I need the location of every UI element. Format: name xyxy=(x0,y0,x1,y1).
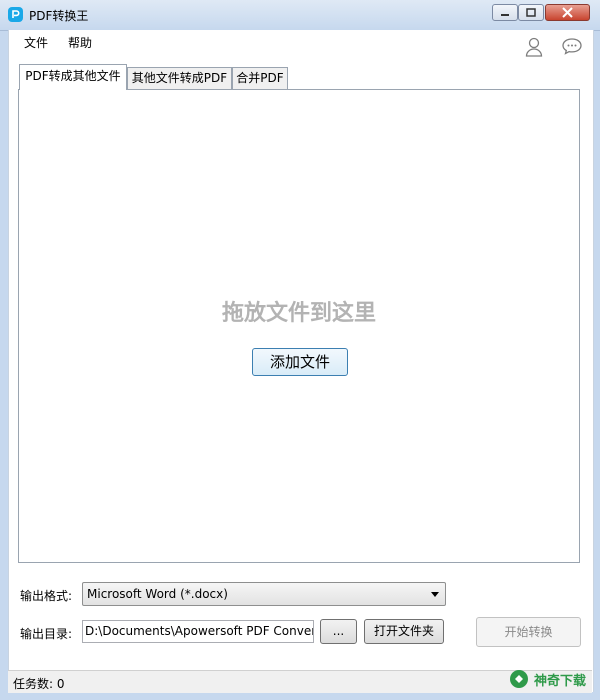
chevron-down-icon xyxy=(431,592,439,597)
task-count: 任务数: 0 xyxy=(13,677,65,691)
chat-icon[interactable] xyxy=(562,37,582,55)
watermark-logo-icon xyxy=(510,670,528,688)
menu-file[interactable]: 文件 xyxy=(24,34,48,51)
minimize-button[interactable] xyxy=(492,4,518,21)
maximize-button[interactable] xyxy=(518,4,544,21)
status-bar: 任务数: 0 xyxy=(8,670,592,693)
window-frame-left xyxy=(0,30,8,692)
watermark-text: 神奇下载 xyxy=(534,674,587,689)
title-bar[interactable]: PDF转换王 xyxy=(0,0,600,31)
tab-pdf-to-other[interactable]: PDF转成其他文件 xyxy=(19,64,127,90)
drop-hint: 拖放文件到这里 xyxy=(221,301,376,326)
window-frame-bottom xyxy=(0,692,600,700)
browse-button[interactable]: ... xyxy=(320,619,357,644)
p-icon xyxy=(8,7,23,22)
minimize-icon xyxy=(501,14,509,16)
add-file-button[interactable]: 添加文件 xyxy=(252,348,348,376)
output-dir-label: 输出目录: xyxy=(20,627,73,641)
tab-merge-pdf[interactable]: 合并PDF xyxy=(232,67,288,89)
start-convert-button[interactable]: 开始转换 xyxy=(476,617,581,647)
window-title: PDF转换王 xyxy=(29,9,89,23)
tab-other-to-pdf[interactable]: 其他文件转成PDF xyxy=(127,67,232,89)
file-drop-area[interactable]: 拖放文件到这里 添加文件 xyxy=(18,89,580,563)
menu-help[interactable]: 帮助 xyxy=(68,34,92,51)
close-icon xyxy=(562,7,573,18)
output-format-label: 输出格式: xyxy=(20,589,73,603)
maximize-icon xyxy=(526,8,536,17)
output-dir-field[interactable]: D:\Documents\Apowersoft PDF Conver xyxy=(82,620,314,643)
output-format-value: Microsoft Word (*.docx) xyxy=(87,587,228,601)
user-icon[interactable] xyxy=(525,37,543,57)
close-button[interactable] xyxy=(545,4,590,21)
open-folder-button[interactable]: 打开文件夹 xyxy=(364,619,444,644)
output-format-select[interactable]: Microsoft Word (*.docx) xyxy=(82,582,446,606)
